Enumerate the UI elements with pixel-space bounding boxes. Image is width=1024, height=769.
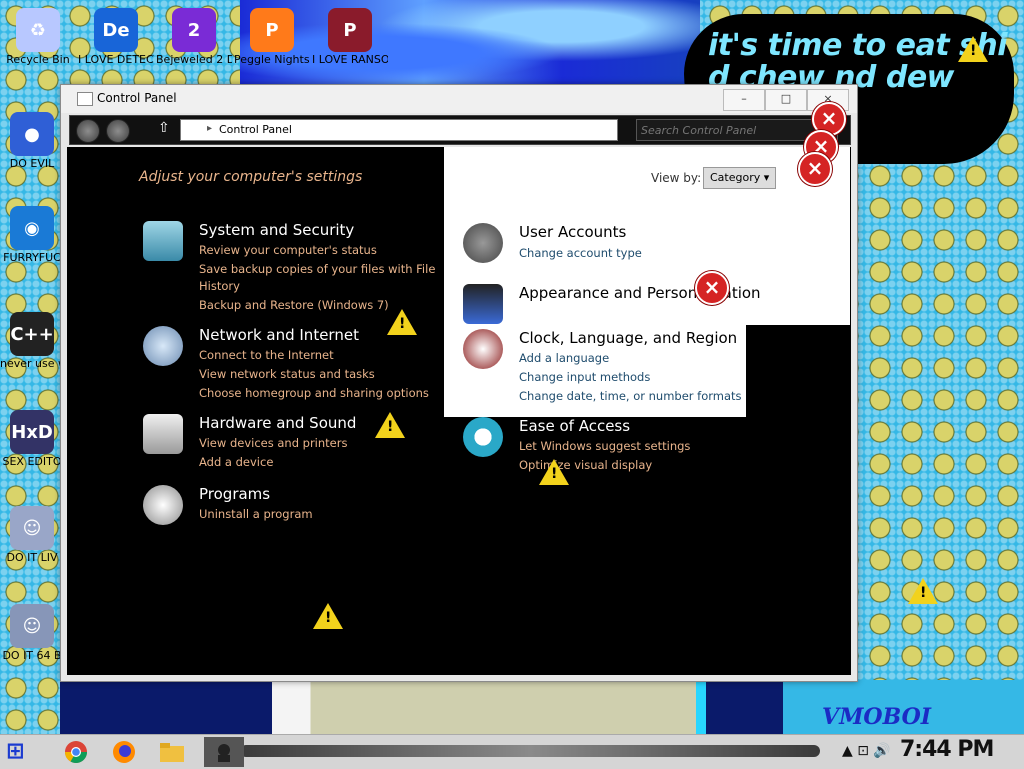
breadcrumb: Control Panel — [219, 123, 292, 136]
view-by-dropdown[interactable]: Category ▾ — [703, 167, 777, 189]
minimize-button[interactable]: – — [723, 89, 765, 111]
gem-icon: 2 — [172, 8, 216, 52]
face-icon: ☺ — [10, 506, 54, 550]
warning-icon — [313, 603, 343, 629]
view-by-label: View by: — [651, 171, 702, 185]
breadcrumb-separator-icon: ▸ — [207, 123, 213, 134]
category-title[interactable]: Hardware and Sound — [199, 414, 356, 432]
category-title[interactable]: System and Security — [199, 221, 354, 239]
app-icon: ● — [10, 112, 54, 156]
desktop-icon-devcpp[interactable]: C++ never use why is it — [0, 312, 64, 370]
title-bar[interactable]: Control Panel – □ × — [61, 85, 857, 113]
address-bar[interactable]: ▸ Control Panel — [180, 119, 618, 141]
link-backup-restore[interactable]: Backup and Restore (Windows 7) — [199, 298, 389, 312]
firefox-icon[interactable] — [104, 737, 144, 767]
user-accounts-icon — [463, 223, 503, 263]
link-homegroup[interactable]: Choose homegroup and sharing options — [199, 386, 429, 400]
devcpp-icon: C++ — [10, 312, 54, 356]
active-app-icon[interactable] — [204, 737, 244, 767]
peggle-icon: P — [250, 8, 294, 52]
link-review-status[interactable]: Review your computer's status — [199, 243, 377, 257]
warning-icon — [539, 459, 569, 485]
warning-icon — [908, 578, 938, 604]
up-arrow-icon[interactable]: ⇧ — [158, 120, 170, 136]
firefox-icon: ◉ — [10, 206, 54, 250]
desktop-icon-do-evil[interactable]: ● DO EVIL — [0, 112, 64, 170]
warning-icon — [387, 309, 417, 335]
error-icon: × — [798, 152, 832, 186]
category-title[interactable]: User Accounts — [519, 223, 626, 241]
desktop-icon-peggle[interactable]: P Peggle Nights Deluxe — [234, 8, 310, 66]
taskbar-decoration — [240, 745, 820, 757]
category-title[interactable]: Clock, Language, and Region — [519, 329, 737, 347]
address-toolbar: ⇧ ▸ Control Panel — [69, 115, 851, 145]
link-save-backup[interactable]: Save backup copies of your files with Fi… — [199, 262, 435, 276]
desktop-icon-hex-editor[interactable]: HxD SEX EDITO — [0, 410, 64, 468]
app-icon: De — [94, 8, 138, 52]
link-add-device[interactable]: Add a device — [199, 455, 273, 469]
forward-button[interactable] — [106, 119, 130, 143]
desktop-icon-recycle-bin[interactable]: ♻ Recycle Bin — [0, 8, 76, 66]
clock-icon — [463, 329, 503, 369]
category-title[interactable]: Ease of Access — [519, 417, 630, 435]
desktop-icon-ransomware[interactable]: P I LOVE RANSOMWARE — [312, 8, 388, 66]
maximize-button[interactable]: □ — [765, 89, 807, 111]
taskbar: ⊞ ▲ ⊡ 🔊 7:44 PM — [0, 734, 1024, 769]
control-panel-icon — [77, 92, 93, 106]
category-title[interactable]: Network and Internet — [199, 326, 359, 344]
ease-of-access-icon — [463, 417, 503, 457]
monitor-icon — [463, 284, 503, 324]
content-area: Adjust your computer's settings View by:… — [67, 147, 851, 675]
desktop-icon-do-it-live[interactable]: ☺ DO IT LIV — [0, 506, 64, 564]
back-button[interactable] — [76, 119, 100, 143]
link-devices-printers[interactable]: View devices and printers — [199, 436, 347, 450]
system-tray[interactable]: ▲ ⊡ 🔊 — [842, 743, 891, 759]
network-globe-icon — [143, 326, 183, 366]
printer-icon — [143, 414, 183, 454]
start-button[interactable]: ⊞ — [6, 739, 42, 765]
link-add-language[interactable]: Add a language — [519, 351, 609, 365]
recycle-bin-icon: ♻ — [16, 8, 60, 52]
warning-icon — [958, 36, 988, 62]
error-icon: × — [695, 271, 729, 305]
page-heading: Adjust your computer's settings — [139, 169, 363, 185]
link-uninstall-program[interactable]: Uninstall a program — [199, 507, 313, 521]
hex-editor-icon: HxD — [10, 410, 54, 454]
programs-disc-icon — [143, 485, 183, 525]
chrome-icon[interactable] — [56, 737, 96, 767]
desktop-icon-bejeweled[interactable]: 2 Bejeweled 2 Deluxe — [156, 8, 232, 66]
link-history[interactable]: History — [199, 279, 240, 293]
folder-icon[interactable] — [152, 737, 192, 767]
face-icon: ☺ — [10, 604, 54, 648]
link-windows-suggest[interactable]: Let Windows suggest settings — [519, 439, 690, 453]
category-title[interactable]: Programs — [199, 485, 270, 503]
desktop-icon-furry[interactable]: ◉ FURRYFUC — [0, 206, 64, 264]
app-icon: P — [328, 8, 372, 52]
window-title: Control Panel — [97, 91, 177, 105]
link-network-status[interactable]: View network status and tasks — [199, 367, 375, 381]
desktop-icon-do-it-64[interactable]: ☺ DO IT 64 B — [0, 604, 64, 662]
taskbar-clock[interactable]: 7:44 PM — [900, 737, 994, 762]
control-panel-window: Control Panel – □ × ⇧ ▸ Control Panel Ad… — [60, 84, 858, 682]
link-change-account-type[interactable]: Change account type — [519, 246, 642, 260]
search-input[interactable] — [637, 120, 835, 140]
wallpaper-corner-text: VMOBOI — [822, 704, 932, 730]
desktop-icon-i-love-detecting[interactable]: De I LOVE DETECTING — [78, 8, 154, 66]
link-connect-internet[interactable]: Connect to the Internet — [199, 348, 334, 362]
link-date-formats[interactable]: Change date, time, or number formats — [519, 389, 742, 403]
system-security-icon — [143, 221, 183, 261]
warning-icon — [375, 412, 405, 438]
link-input-methods[interactable]: Change input methods — [519, 370, 650, 384]
